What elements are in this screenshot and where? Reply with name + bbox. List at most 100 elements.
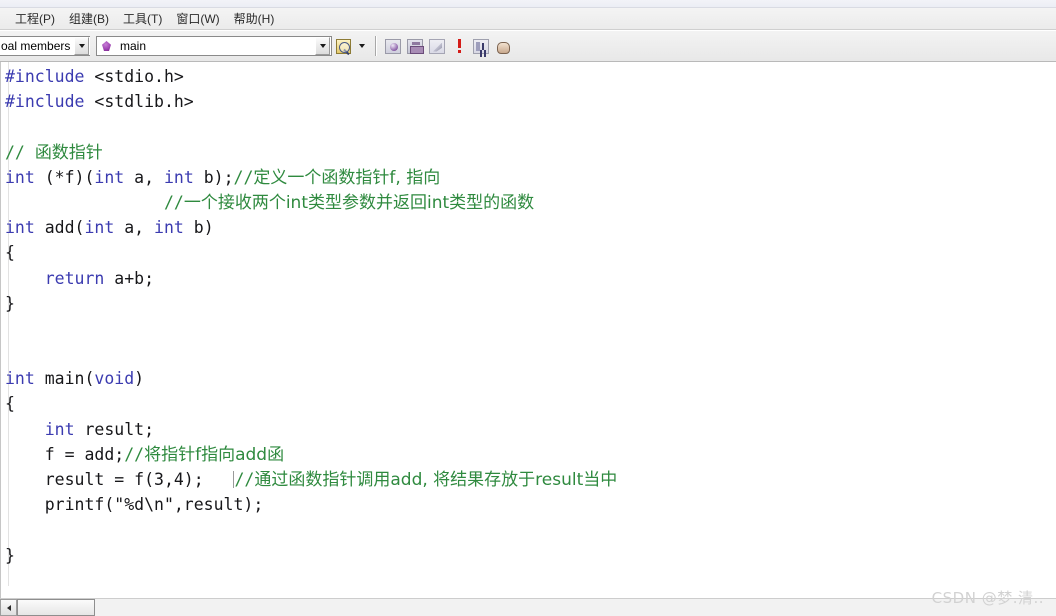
find-in-files-button[interactable] <box>332 36 354 57</box>
build-icon <box>407 38 424 54</box>
code-line: { <box>1 391 1047 416</box>
title-strip <box>0 0 1056 8</box>
code-span: // <box>233 167 254 187</box>
compile-icon <box>385 38 401 54</box>
code-span: #include <box>5 67 95 86</box>
hand-icon <box>495 39 511 54</box>
find-icon <box>335 38 351 54</box>
code-span: 将指针f指向add函 <box>144 444 285 465</box>
insert-remove-breakpoint-button[interactable] <box>492 36 514 57</box>
chevron-down-icon[interactable] <box>315 37 330 55</box>
code-span: 通过函数指针调用add, 将结果存放于result当中 <box>254 470 618 490</box>
code-span: int <box>154 218 184 238</box>
code-span: void <box>94 369 135 389</box>
code-line: f = add;//将指针f指向add函 <box>1 442 1047 467</box>
menu-window[interactable]: 窗口(W) <box>169 9 226 29</box>
code-line: #include <stdio.h> <box>1 64 1047 89</box>
code-span: int <box>5 218 35 238</box>
code-span: int <box>94 167 125 187</box>
code-span: result; <box>74 419 155 439</box>
exclamation-icon <box>457 38 462 54</box>
stop-build-button[interactable] <box>448 36 470 57</box>
code-span: b); <box>193 167 234 187</box>
code-span <box>5 269 45 288</box>
code-span: 函数指针 <box>34 142 103 163</box>
code-span: int <box>163 167 194 187</box>
code-span: 一个接收两个int类型参数并返回int类型的函数 <box>183 192 535 213</box>
horizontal-scrollbar[interactable] <box>0 598 1056 616</box>
code-span: // <box>124 444 145 464</box>
code-span: // <box>5 142 35 162</box>
step-into-icon <box>473 38 489 54</box>
step-into-button[interactable] <box>470 36 492 57</box>
global-members-combo[interactable]: oal members <box>0 36 90 56</box>
chevron-down-icon <box>359 44 365 48</box>
code-line: } <box>1 543 1047 568</box>
code-span: <stdlib.h> <box>94 92 194 112</box>
code-span: b) <box>183 218 214 238</box>
code-text[interactable]: #include <stdio.h> #include <stdlib.h> //… <box>1 64 1047 568</box>
symbol-combo-value: main <box>120 39 147 53</box>
menu-tools[interactable]: 工具(T) <box>116 9 169 29</box>
code-span: a+b; <box>104 268 155 288</box>
build-execute-button[interactable] <box>426 36 448 57</box>
code-span: } <box>5 293 15 313</box>
scroll-left-button[interactable] <box>0 599 17 616</box>
code-span: { <box>5 243 15 263</box>
code-span: result = f(3,4); <box>5 470 234 489</box>
code-span: printf("%d\n",result); <box>5 495 264 515</box>
code-line: return a+b; <box>1 266 1047 291</box>
scrollbar-thumb[interactable] <box>17 599 95 616</box>
compile-button[interactable] <box>382 36 404 57</box>
global-members-combo-value: oal members <box>1 39 71 53</box>
find-dropdown-button[interactable] <box>354 36 370 57</box>
chevron-down-icon[interactable] <box>74 37 89 55</box>
code-span: ) <box>134 369 145 389</box>
symbol-combo[interactable]: main <box>96 36 332 56</box>
link-icon <box>429 38 445 54</box>
code-line: } <box>1 291 1047 316</box>
code-span: main( <box>34 369 95 389</box>
member-symbol-icon <box>102 41 111 51</box>
code-span: { <box>5 394 15 414</box>
code-span: 定义一个函数指针f, 指向 <box>253 167 441 188</box>
menubar: 工程(P) 组建(B) 工具(T) 窗口(W) 帮助(H) <box>0 8 1056 30</box>
code-span <box>5 193 164 212</box>
code-span: <stdio.h> <box>94 67 184 86</box>
code-span: int <box>44 419 75 439</box>
menu-project[interactable]: 工程(P) <box>8 9 62 29</box>
code-line: //一个接收两个int类型参数并返回int类型的函数 <box>1 190 1047 215</box>
code-span: int <box>84 218 115 238</box>
code-line: int (*f)(int a, int b);//定义一个函数指针f, 指向 <box>1 165 1047 190</box>
code-line: int result; <box>1 417 1047 442</box>
scrollbar-track[interactable] <box>95 599 1056 616</box>
code-span: int <box>5 167 35 187</box>
menu-help[interactable]: 帮助(H) <box>227 9 282 29</box>
code-span: (*f)( <box>34 167 95 187</box>
code-span <box>5 420 45 439</box>
code-line: printf("%d\n",result); <box>1 492 1047 517</box>
ide-window: 工程(P) 组建(B) 工具(T) 窗口(W) 帮助(H) oal member… <box>0 0 1056 616</box>
code-span: int <box>5 369 35 389</box>
code-line: result = f(3,4); //通过函数指针调用add, 将结果存放于re… <box>1 467 1047 492</box>
csdn-watermark: CSDN @梦.清.. <box>931 589 1044 607</box>
menu-build[interactable]: 组建(B) <box>62 9 116 29</box>
code-line: #include <stdlib.h> <box>1 89 1047 114</box>
code-line: int add(int a, int b) <box>1 215 1047 240</box>
code-span: add( <box>34 218 85 238</box>
code-span: #include <box>5 92 95 112</box>
build-button[interactable] <box>404 36 426 57</box>
code-span: a, <box>124 167 164 187</box>
toolbar-separator <box>375 36 377 56</box>
code-span: // <box>163 192 184 212</box>
code-span: a, <box>114 218 155 238</box>
code-span: return <box>44 268 105 288</box>
code-editor[interactable]: #include <stdio.h> #include <stdlib.h> //… <box>0 62 1056 616</box>
toolbar: oal members main <box>0 31 1056 62</box>
code-span: f = add; <box>5 444 125 464</box>
triangle-left-icon <box>6 604 11 611</box>
